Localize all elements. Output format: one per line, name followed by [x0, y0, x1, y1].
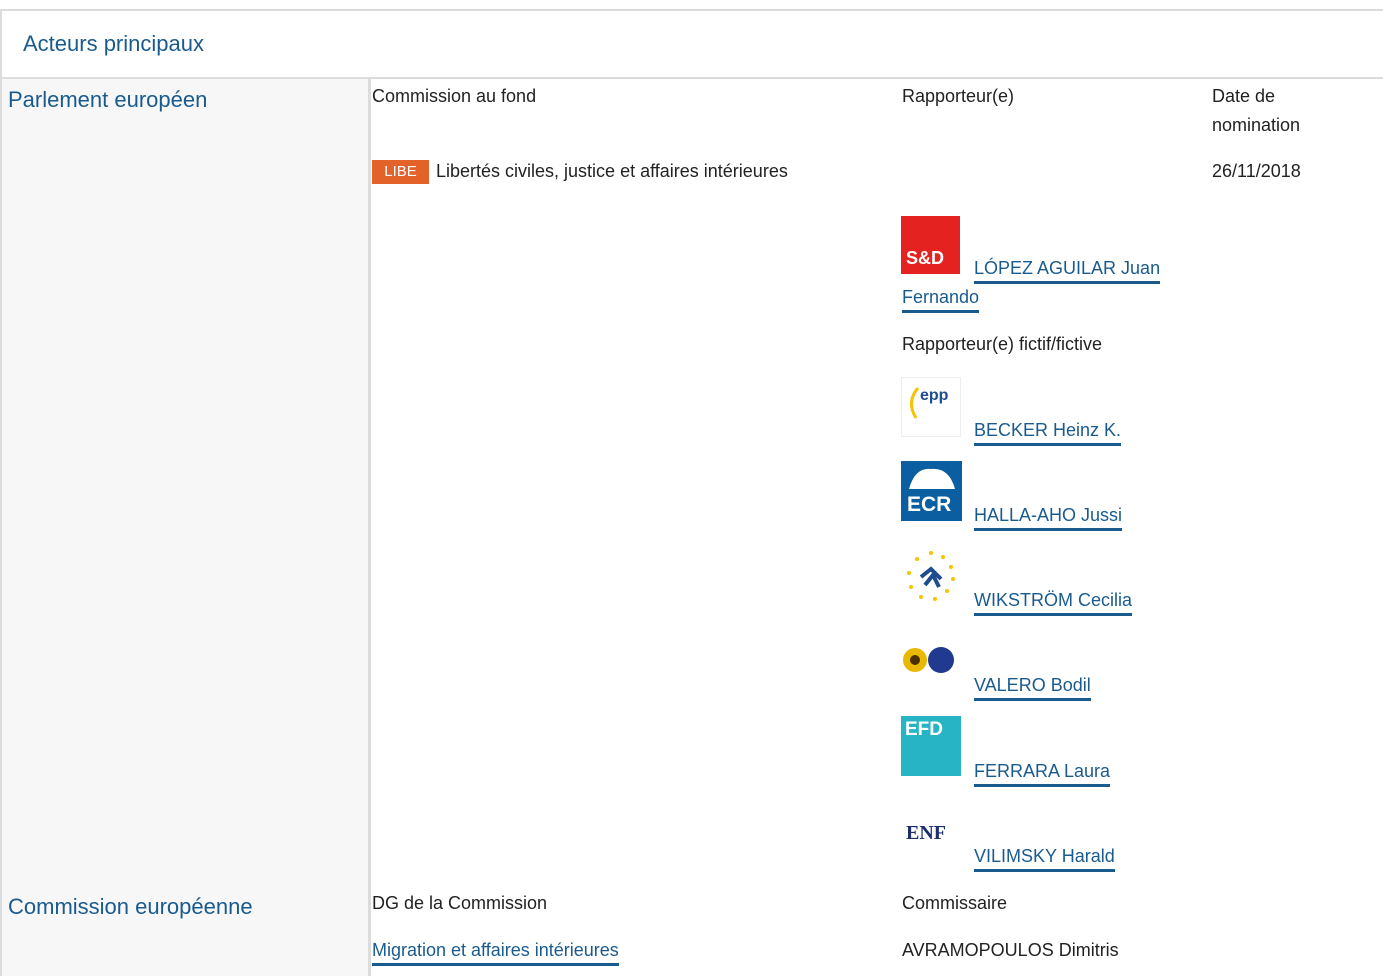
- col-commissioner-header: Commissaire: [902, 893, 1008, 913]
- col-dg-header: DG de la Commission: [372, 893, 548, 913]
- col-date-header-2: nomination: [1212, 115, 1301, 135]
- shadow-link-becker[interactable]: BECKER Heinz K.: [974, 420, 1122, 446]
- enf-logo-icon: ENF: [901, 802, 961, 862]
- renew-logo-icon: [901, 547, 961, 607]
- efd-logo-icon: EFD: [901, 716, 961, 776]
- rapporteur-link[interactable]: LÓPEZ AGUILAR Juan: [974, 258, 1161, 284]
- commissioner-name: AVRAMOPOULOS Dimitris: [902, 940, 1119, 960]
- dg-link[interactable]: Migration et affaires intérieures: [372, 940, 619, 966]
- greens-logo-icon: [901, 640, 961, 680]
- committee-badge: LIBE: [372, 160, 429, 184]
- col-rapporteur-header: Rapporteur(e): [902, 86, 1015, 106]
- sd-logo-icon: S&D: [901, 216, 960, 274]
- committee-name: Libertés civiles, justice et affaires in…: [436, 161, 788, 181]
- shadow-link-halla-aho[interactable]: HALLA-AHO Jussi: [974, 505, 1123, 531]
- shadow-label: Rapporteur(e) fictif/fictive: [902, 334, 1103, 354]
- epp-logo-icon: epp: [901, 377, 961, 437]
- svg-text:epp: epp: [920, 387, 949, 404]
- col-committee-header: Commission au fond: [372, 86, 537, 106]
- shadow-link-valero[interactable]: VALERO Bodil: [974, 675, 1091, 701]
- left-panel: [0, 79, 371, 976]
- header-bar: [0, 9, 1383, 79]
- parliament-title: Parlement européen: [8, 87, 208, 112]
- nomination-date: 26/11/2018: [1212, 161, 1301, 181]
- ecr-logo-icon: ECR: [901, 461, 962, 521]
- shadow-link-vilimsky[interactable]: VILIMSKY Harald: [974, 846, 1115, 872]
- commission-title: Commission européenne: [8, 894, 253, 919]
- col-date-header-1: Date de: [1212, 86, 1276, 106]
- shadow-link-ferrara[interactable]: FERRARA Laura: [974, 761, 1111, 787]
- rapporteur-link-cont[interactable]: Fernando: [902, 287, 980, 313]
- shadow-link-wikstrom[interactable]: WIKSTRÖM Cecilia: [974, 590, 1133, 616]
- section-header-title: Acteurs principaux: [23, 31, 204, 56]
